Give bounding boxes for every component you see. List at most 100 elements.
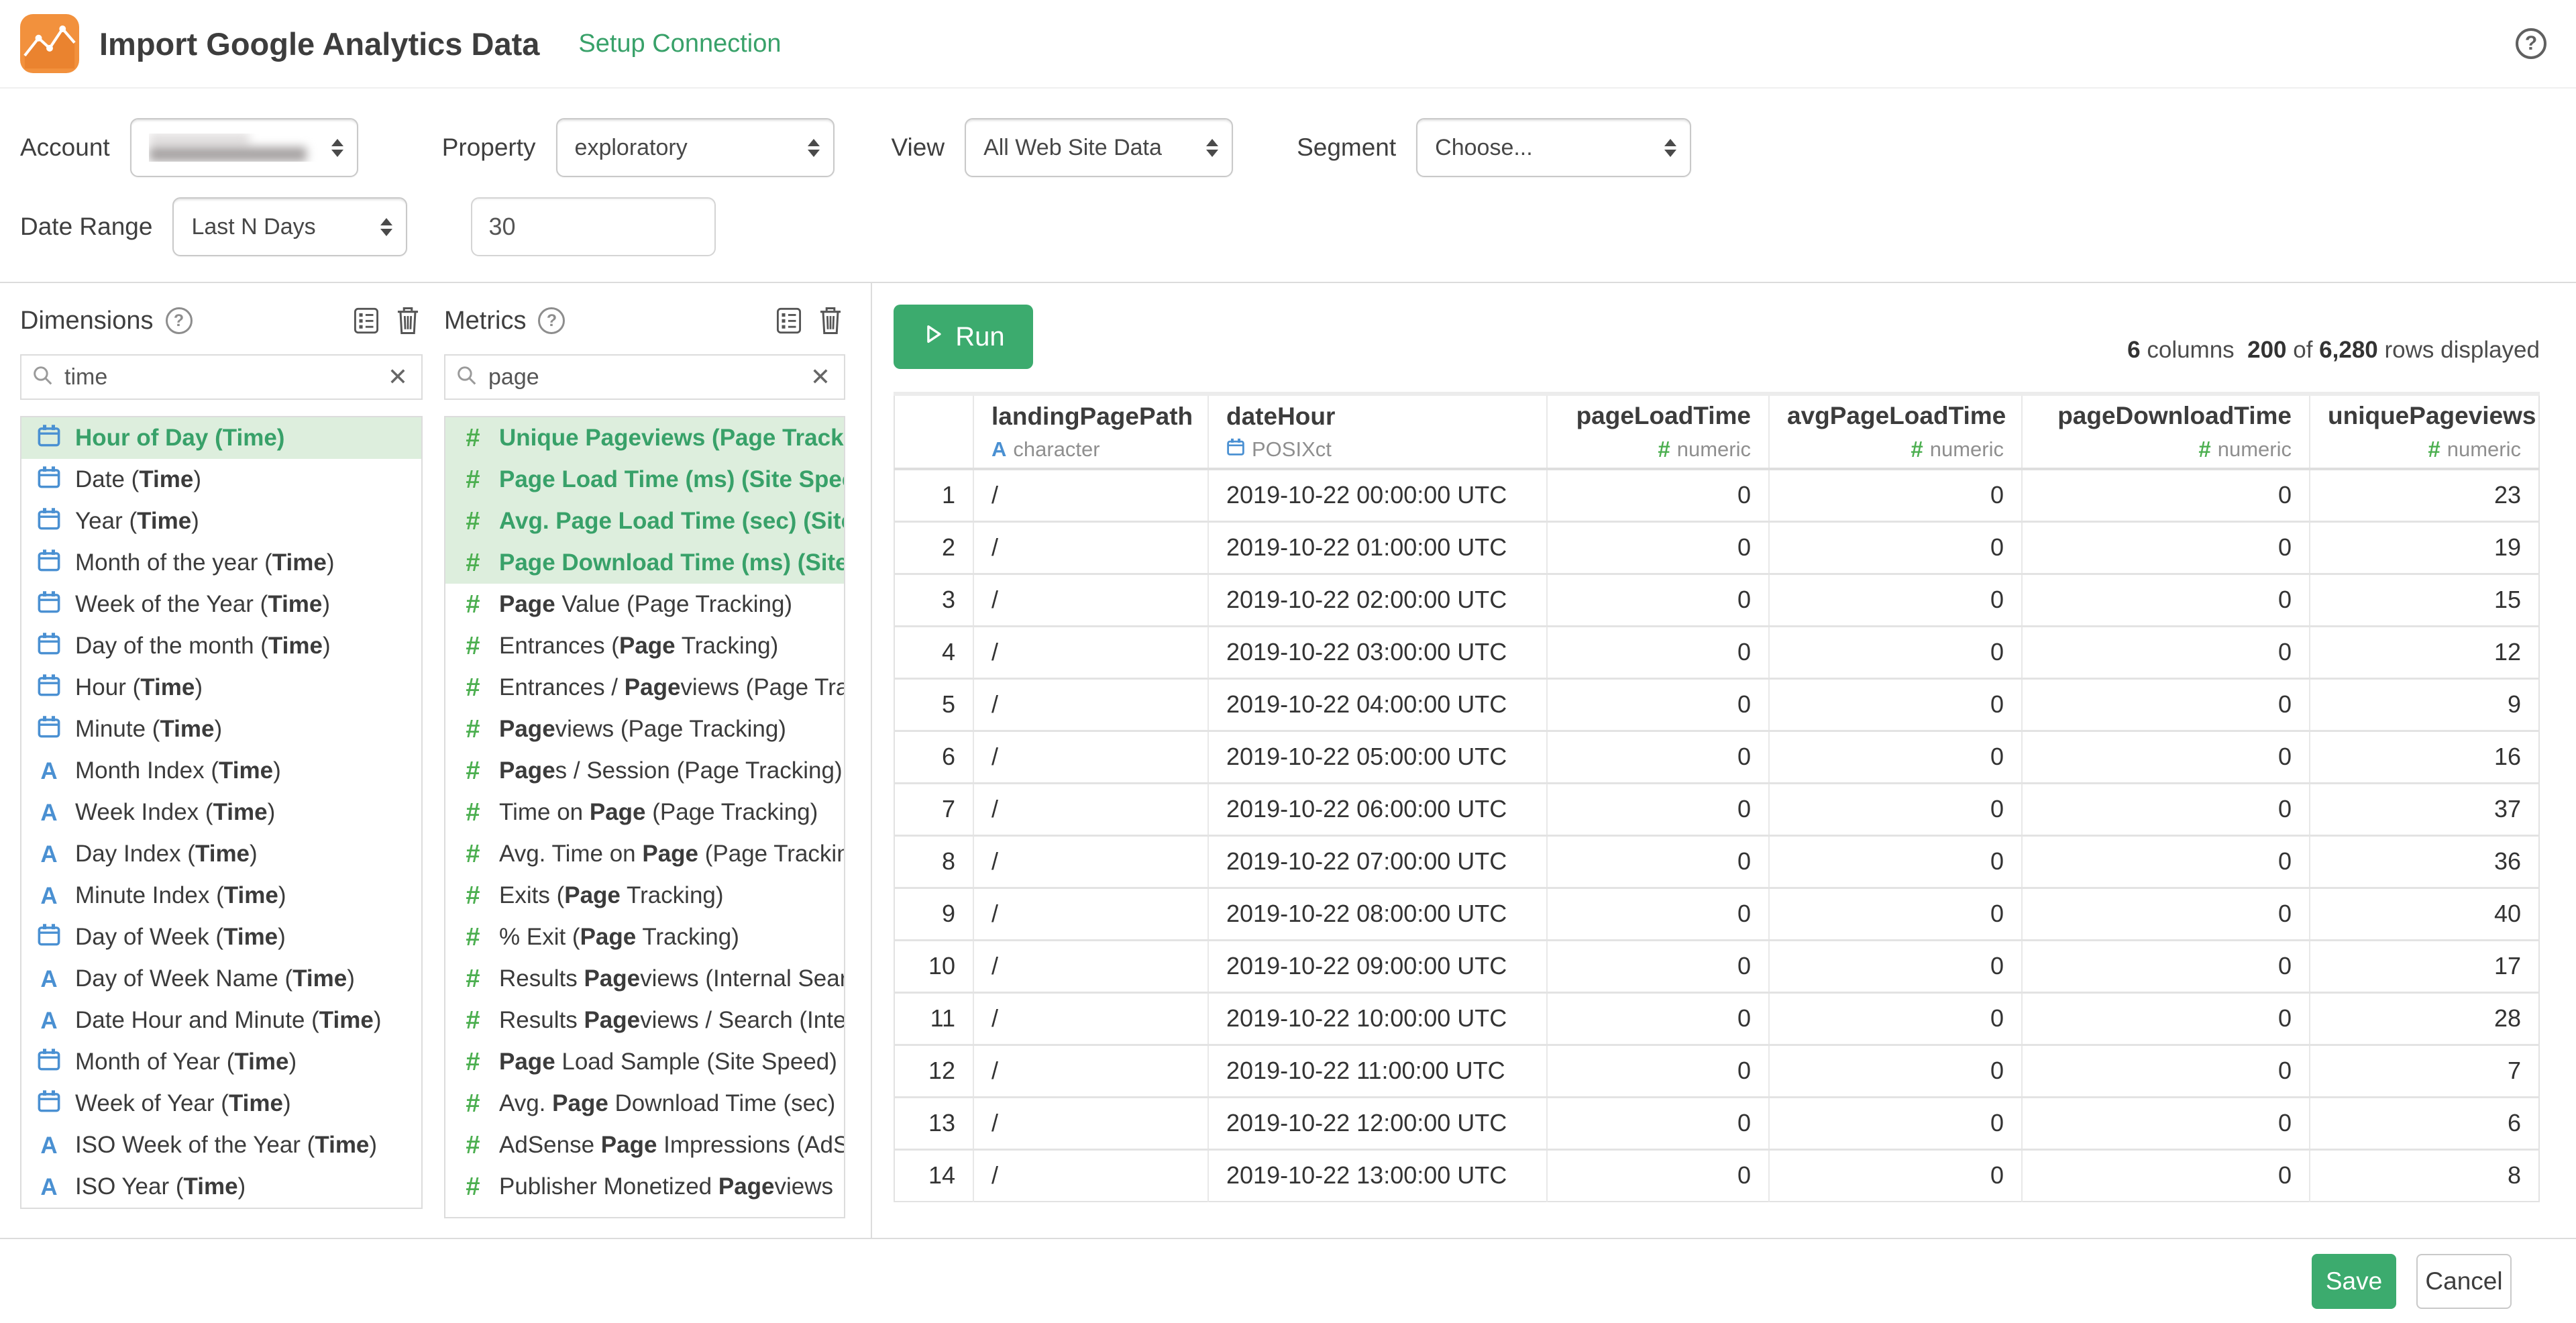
cell-dateHour: 2019-10-22 01:00:00 UTC — [1208, 521, 1547, 574]
metric-item-selected[interactable]: #Page Download Time (ms) (Site Speed) — [445, 542, 844, 584]
cell-uniquePageviews: 12 — [2310, 626, 2539, 678]
dimension-item[interactable]: ADay Index (Time) — [21, 833, 421, 875]
hash-icon: # — [466, 924, 480, 950]
segment-select[interactable]: Choose... — [1416, 118, 1691, 177]
dimension-item[interactable]: Day of the month (Time) — [21, 625, 421, 667]
cell-uniquePageviews: 23 — [2310, 469, 2539, 521]
cell-pageDownloadTime: 0 — [2022, 1149, 2310, 1202]
dimension-item[interactable]: AWeek Index (Time) — [21, 792, 421, 833]
clear-search-icon[interactable]: ✕ — [388, 365, 408, 389]
row-number-cell: 5 — [894, 678, 973, 731]
cell-pageLoadTime: 0 — [1547, 783, 1769, 835]
metric-item[interactable]: #Time on Page (Page Tracking) — [445, 792, 844, 833]
dimension-item[interactable]: Month of the year (Time) — [21, 542, 421, 584]
metric-item[interactable]: #Pages / Session (Page Tracking) — [445, 750, 844, 792]
metrics-title: Metrics — [444, 307, 526, 335]
dimension-item[interactable]: Hour (Time) — [21, 667, 421, 708]
cell-dateHour: 2019-10-22 05:00:00 UTC — [1208, 731, 1547, 783]
dimensions-search-input[interactable] — [63, 364, 388, 391]
filter-row-2: Date Range Last N Days — [20, 195, 2576, 259]
dimension-item[interactable]: Week of Year (Time) — [21, 1083, 421, 1124]
clear-search-icon[interactable]: ✕ — [810, 365, 830, 389]
date-range-select[interactable]: Last N Days — [172, 197, 407, 256]
cell-landingPagePath: / — [973, 574, 1208, 626]
help-icon[interactable]: ? — [2516, 28, 2546, 59]
dimension-item[interactable]: Year (Time) — [21, 500, 421, 542]
dimension-item[interactable]: A Month Index (Time) — [21, 750, 421, 792]
calendar-icon — [37, 1047, 61, 1077]
dimension-item[interactable]: ADay of Week Name (Time) — [21, 958, 421, 1000]
letter-a-icon: A — [40, 759, 57, 783]
metric-item-label: Publisher Monetized Pageviews — [499, 1173, 833, 1200]
dimension-item[interactable]: ADate Hour and Minute (Time) — [21, 1000, 421, 1041]
metrics-search-input[interactable] — [487, 364, 810, 391]
dimension-item[interactable]: AISO Year (Time) — [21, 1166, 421, 1208]
cell-avgPageLoadTime: 0 — [1769, 1045, 2022, 1097]
view-value: All Web Site Data — [983, 135, 1195, 161]
table-row: 6/2019-10-22 05:00:00 UTC00016 — [894, 731, 2539, 783]
hash-icon: # — [1911, 437, 1923, 462]
dimension-item-label: Week of Year (Time) — [75, 1090, 291, 1117]
rows-shown-count: 200 — [2247, 337, 2286, 363]
n-days-input[interactable] — [471, 197, 716, 256]
metrics-panel: Metrics ? ✕ #Uniqu — [444, 303, 845, 1238]
dimension-item[interactable]: AISO Week of the Year (Time) — [21, 1124, 421, 1166]
table-row: 14/2019-10-22 13:00:00 UTC0008 — [894, 1149, 2539, 1202]
cell-avgPageLoadTime: 0 — [1769, 783, 2022, 835]
dimensions-list[interactable]: Hour of Day (Time)Date (Time)Year (Time)… — [20, 416, 423, 1209]
cell-pageDownloadTime: 0 — [2022, 731, 2310, 783]
metric-item[interactable]: #AdSense Page Impressions (AdSense) — [445, 1124, 844, 1166]
cancel-button[interactable]: Cancel — [2416, 1254, 2512, 1309]
cell-uniquePageviews: 15 — [2310, 574, 2539, 626]
cell-pageLoadTime: 0 — [1547, 469, 1769, 521]
metric-item-selected[interactable]: #Avg. Page Load Time (sec) (Site Speed) — [445, 500, 844, 542]
account-select[interactable] — [130, 118, 358, 177]
metrics-checklist-icon[interactable] — [774, 305, 804, 337]
column-header-pageDownloadTime: pageDownloadTime#numeric — [2022, 394, 2310, 469]
view-select[interactable]: All Web Site Data — [965, 118, 1233, 177]
metrics-help-icon[interactable]: ? — [538, 307, 565, 334]
metric-item[interactable]: #% Exit (Page Tracking) — [445, 916, 844, 958]
dimension-item[interactable]: Date (Time) — [21, 459, 421, 500]
metric-item[interactable]: #Avg. Time on Page (Page Tracking) — [445, 833, 844, 875]
cell-dateHour: 2019-10-22 07:00:00 UTC — [1208, 835, 1547, 888]
dimensions-help-icon[interactable]: ? — [166, 307, 193, 334]
metric-item[interactable]: #Entrances (Page Tracking) — [445, 625, 844, 667]
metric-item[interactable]: #Results Pageviews (Internal Search) — [445, 958, 844, 1000]
dimension-item[interactable]: Week of the Year (Time) — [21, 584, 421, 625]
dimensions-trash-icon[interactable] — [393, 305, 423, 337]
dimensions-checklist-icon[interactable] — [352, 305, 381, 337]
metric-item[interactable]: #AdX Monetized Pageviews (AdExchange) — [445, 1208, 844, 1218]
metric-item[interactable]: #Pageviews (Page Tracking) — [445, 708, 844, 750]
metric-item[interactable]: #Publisher Monetized Pageviews — [445, 1166, 844, 1208]
metrics-trash-icon[interactable] — [816, 305, 845, 337]
metric-item-selected[interactable]: #Unique Pageviews (Page Tracking) — [445, 417, 844, 459]
dimension-item-label: Month Index (Time) — [75, 757, 281, 784]
metrics-list[interactable]: #Unique Pageviews (Page Tracking)#Page L… — [444, 416, 845, 1218]
dimension-item-selected[interactable]: Hour of Day (Time) — [21, 417, 421, 459]
cell-pageDownloadTime: 0 — [2022, 1097, 2310, 1149]
metric-item[interactable]: #Entrances / Pageviews (Page Tracking) — [445, 667, 844, 708]
footer: Save Cancel — [0, 1238, 2576, 1323]
metric-item[interactable]: #Exits (Page Tracking) — [445, 875, 844, 916]
segment-label: Segment — [1297, 134, 1396, 162]
metric-item[interactable]: #Avg. Page Download Time (sec) — [445, 1083, 844, 1124]
hash-icon: # — [466, 758, 480, 784]
metric-item-selected[interactable]: #Page Load Time (ms) (Site Speed) — [445, 459, 844, 500]
metric-item[interactable]: #Page Load Sample (Site Speed) — [445, 1041, 844, 1083]
property-select[interactable]: exploratory — [556, 118, 835, 177]
dimension-item[interactable]: Month of Year (Time) — [21, 1041, 421, 1083]
dimensions-header: Dimensions ? — [20, 303, 423, 338]
metric-item[interactable]: #Page Value (Page Tracking) — [445, 584, 844, 625]
dimension-item[interactable]: AMinute Index (Time) — [21, 875, 421, 916]
cell-dateHour: 2019-10-22 00:00:00 UTC — [1208, 469, 1547, 521]
save-button[interactable]: Save — [2312, 1254, 2396, 1309]
setup-connection-link[interactable]: Setup Connection — [578, 30, 781, 58]
metric-item[interactable]: #Results Pageviews / Search (Internal Se… — [445, 1000, 844, 1041]
run-button[interactable]: Run — [894, 305, 1033, 369]
dimension-item[interactable]: Day of Week (Time) — [21, 916, 421, 958]
cell-landingPagePath: / — [973, 940, 1208, 992]
dimension-item[interactable]: Minute (Time) — [21, 708, 421, 750]
hash-icon: # — [466, 425, 480, 451]
column-header-avgPageLoadTime: avgPageLoadTime#numeric — [1769, 394, 2022, 469]
